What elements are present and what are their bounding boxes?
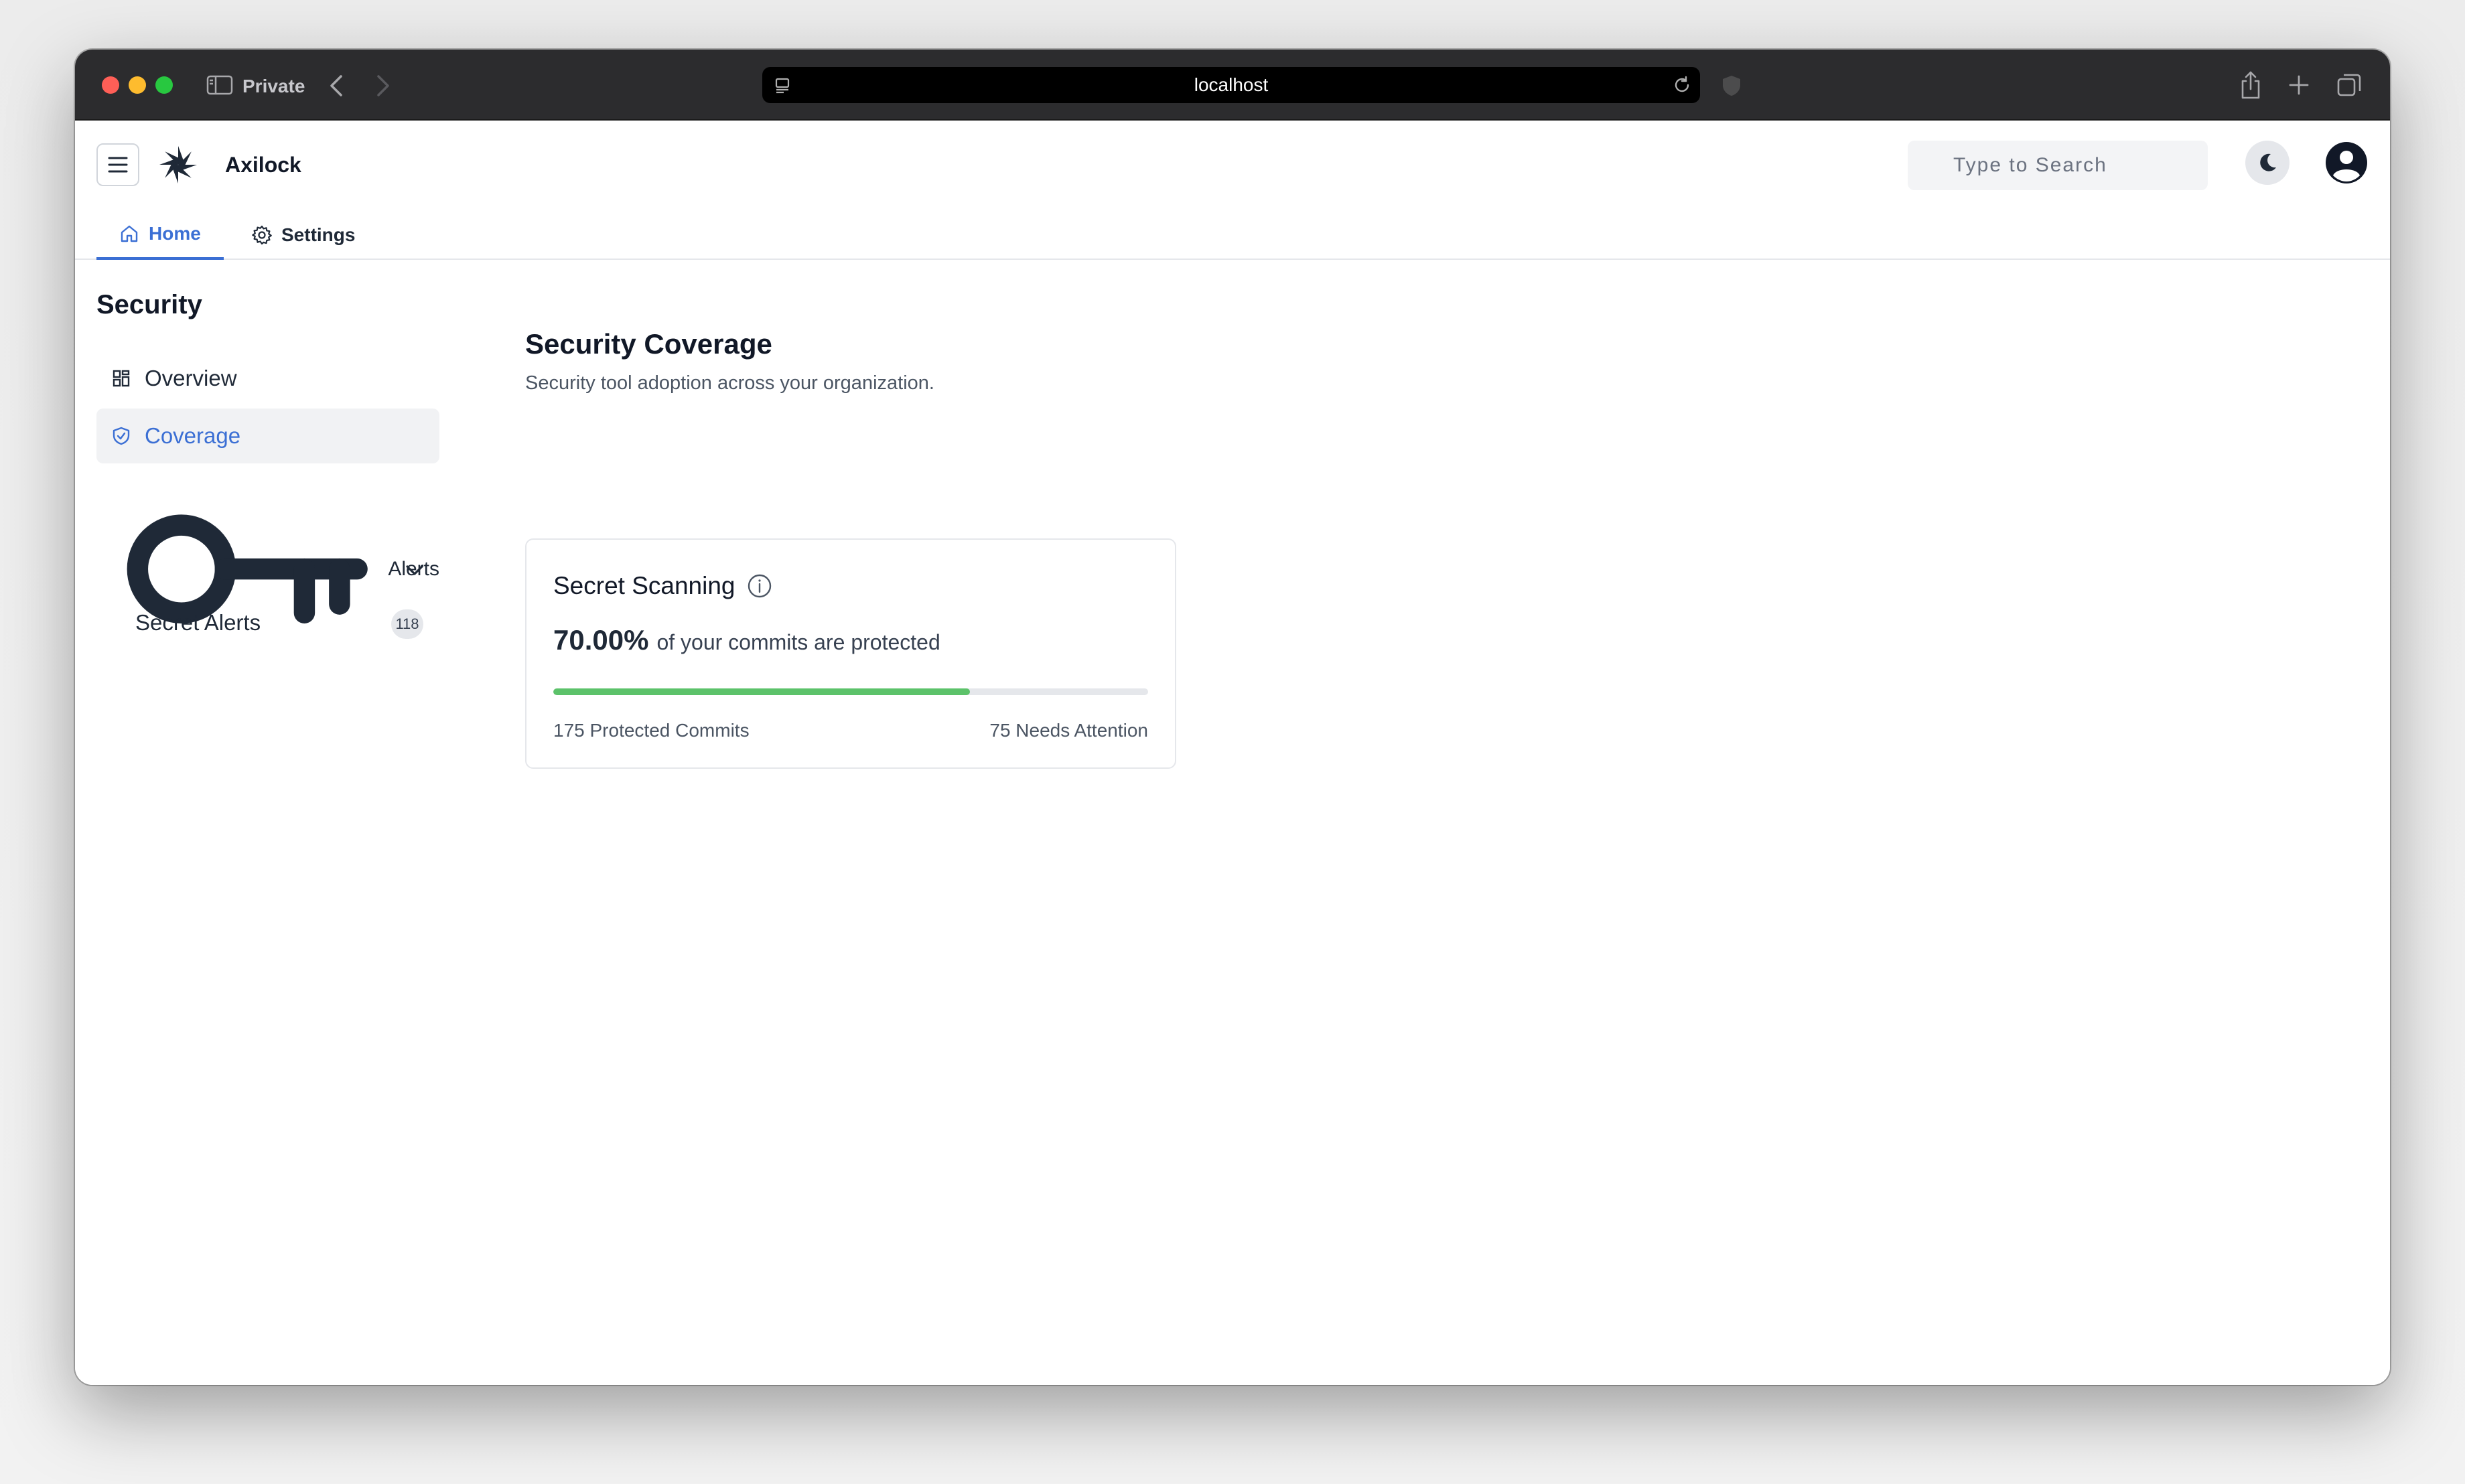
maximize-window-button[interactable] <box>155 76 173 94</box>
tab-home-label: Home <box>149 223 201 244</box>
tab-overview-icon[interactable] <box>2335 71 2363 99</box>
sidebar-title: Security <box>96 290 202 319</box>
hamburger-icon <box>108 157 128 173</box>
browser-titlebar: Private localhost <box>75 50 2390 121</box>
page-subtitle: Security tool adoption across your organ… <box>525 372 934 394</box>
card-title: Secret Scanning <box>553 569 773 603</box>
info-icon[interactable] <box>746 573 773 599</box>
search-input[interactable] <box>1908 141 2208 190</box>
menu-button[interactable] <box>96 143 139 186</box>
page-title: Security Coverage <box>525 328 772 360</box>
chevron-down-icon[interactable] <box>403 559 426 581</box>
tab-home[interactable]: Home <box>96 210 224 260</box>
coverage-percent: 70.00% <box>553 624 649 656</box>
home-icon <box>121 225 138 242</box>
back-arrow-icon[interactable] <box>323 71 350 100</box>
sidebar-item-label: Secret Alerts <box>135 610 261 635</box>
sidebar-item-label: Overview <box>145 366 237 390</box>
private-mode-label: Private <box>242 76 305 96</box>
app-root: Axilock Home Settings Security <box>75 121 2390 1385</box>
tab-settings[interactable]: Settings <box>244 210 378 260</box>
moon-icon <box>2260 153 2276 171</box>
browser-window: Private localhost Axilock Type to Search… <box>75 50 2390 1385</box>
close-window-button[interactable] <box>102 76 119 94</box>
sidebar-item-secret-alerts[interactable]: Secret Alerts 118 <box>96 597 439 648</box>
gear-icon <box>252 225 272 245</box>
theme-toggle-button[interactable] <box>2245 141 2290 185</box>
app-name: Axilock <box>225 153 301 177</box>
app-header: Axilock Home Settings <box>75 121 2390 260</box>
share-icon[interactable] <box>2237 70 2264 100</box>
sidebar-toggle-icon[interactable] <box>206 74 233 96</box>
url-text: localhost <box>1194 74 1269 95</box>
secret-scanning-card: Secret Scanning 70.00% of your commits a… <box>525 538 1176 769</box>
privacy-shield-icon[interactable] <box>1720 74 1743 98</box>
coverage-progress-bar <box>553 688 1148 695</box>
card-title-text: Secret Scanning <box>553 572 735 599</box>
coverage-progress-fill <box>553 688 970 695</box>
forward-arrow-icon[interactable] <box>370 71 397 100</box>
minimize-window-button[interactable] <box>129 76 146 94</box>
needs-attention-label: 75 Needs Attention <box>989 720 1148 741</box>
count-badge: 118 <box>391 609 423 639</box>
coverage-percent-label: of your commits are protected <box>656 630 940 654</box>
axilock-logo-icon <box>158 145 198 185</box>
coverage-summary: 70.00% of your commits are protected <box>553 623 940 660</box>
grid-icon <box>113 370 130 387</box>
address-bar[interactable]: localhost <box>762 67 1700 103</box>
tab-settings-label: Settings <box>281 224 356 245</box>
new-tab-icon[interactable] <box>2285 71 2312 99</box>
protected-commits-label: 175 Protected Commits <box>553 720 750 741</box>
key-icon <box>127 514 368 624</box>
sidebar-item-overview[interactable]: Overview <box>96 351 439 406</box>
reload-icon[interactable] <box>1672 75 1692 95</box>
user-avatar-icon[interactable] <box>2324 141 2369 185</box>
sidebar-group-alerts[interactable]: Alerts <box>96 514 439 624</box>
